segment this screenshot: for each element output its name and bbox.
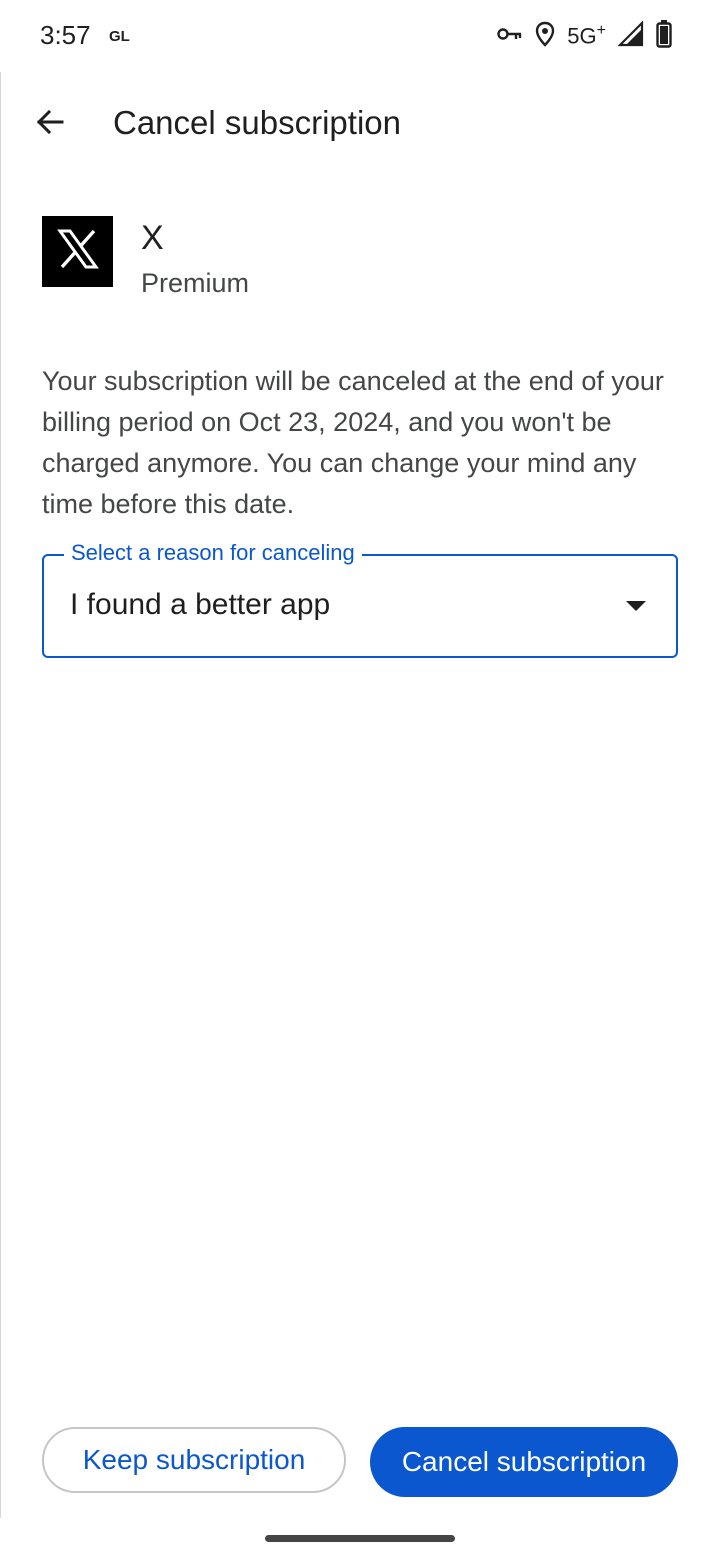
status-bar: 3:57 GL 5G+ <box>0 0 720 72</box>
app-logo <box>42 216 113 287</box>
select-value: I found a better app <box>70 588 331 621</box>
keep-subscription-button[interactable]: Keep subscription <box>42 1427 346 1493</box>
top-app-bar: Cancel subscription <box>0 72 720 176</box>
home-indicator[interactable] <box>265 1535 455 1542</box>
page-title: Cancel subscription <box>113 104 401 141</box>
vpn-key-icon <box>497 26 523 47</box>
x-logo-icon <box>56 229 99 274</box>
left-edge-divider <box>0 72 1 1518</box>
cancellation-message: Your subscription will be canceled at th… <box>42 366 664 519</box>
dropdown-arrow-icon <box>626 601 646 611</box>
battery-icon <box>656 19 672 53</box>
arrow-back-icon <box>34 106 66 143</box>
back-button[interactable] <box>22 96 78 152</box>
network-type: 5G+ <box>567 22 606 49</box>
select-label: Select a reason for canceling <box>64 540 362 566</box>
status-time: 3:57 <box>40 20 91 50</box>
app-name: X <box>141 219 164 257</box>
signal-icon <box>617 19 644 52</box>
cancel-subscription-button[interactable]: Cancel subscription <box>370 1427 678 1497</box>
status-icons: 5G+ <box>497 19 672 53</box>
cancel-reason-select[interactable]: Select a reason for canceling I found a … <box>42 540 678 658</box>
location-icon <box>535 21 555 52</box>
carrier-badge: GL <box>109 28 130 45</box>
subscription-plan: Premium <box>141 268 250 298</box>
